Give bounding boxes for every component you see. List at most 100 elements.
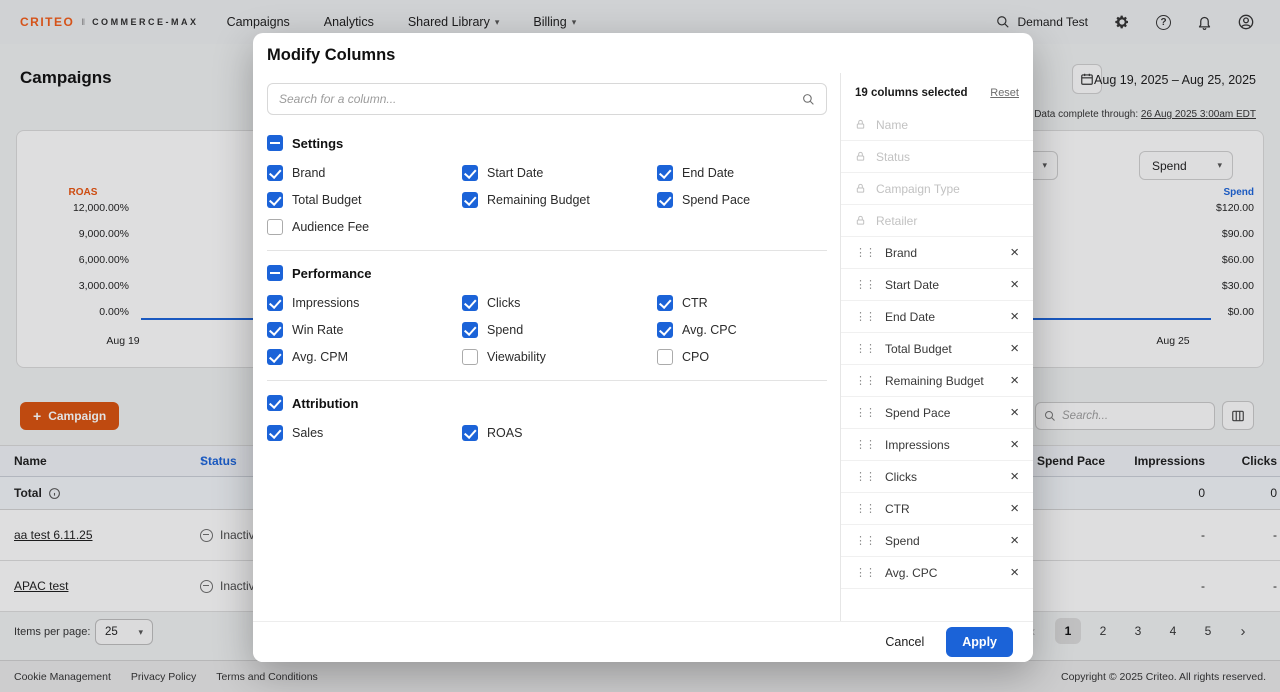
column-search-input[interactable] — [279, 92, 802, 106]
selected-column-impressions[interactable]: ⋮⋮Impressions× — [841, 429, 1033, 461]
selected-column-spend[interactable]: ⋮⋮Spend× — [841, 525, 1033, 557]
checkbox[interactable] — [267, 425, 283, 441]
remove-column-icon[interactable]: × — [1010, 501, 1019, 516]
section-divider — [267, 380, 827, 381]
checkbox[interactable] — [462, 425, 478, 441]
reset-link[interactable]: Reset — [990, 87, 1019, 99]
checkbox[interactable] — [657, 295, 673, 311]
section-checkbox-performance[interactable] — [267, 265, 283, 281]
remove-column-icon[interactable]: × — [1010, 277, 1019, 292]
selected-column-ctr[interactable]: ⋮⋮ CTR × — [841, 493, 1033, 525]
selected-columns-list: NameStatusCampaign TypeRetailer⋮⋮Brand×⋮… — [841, 109, 1033, 589]
remove-column-icon[interactable]: × — [1010, 437, 1019, 452]
remove-column-icon[interactable]: × — [1010, 245, 1019, 260]
column-label: Impressions — [292, 296, 359, 310]
remove-column-icon[interactable]: × — [1010, 565, 1019, 580]
column-toggle-sales[interactable]: Sales — [267, 423, 462, 442]
selected-column-label: Clicks — [885, 470, 917, 484]
column-toggle-cpo[interactable]: CPO — [657, 347, 827, 366]
selected-column-brand[interactable]: ⋮⋮Brand× — [841, 237, 1033, 269]
lock-icon — [855, 215, 866, 226]
drag-handle-icon[interactable]: ⋮⋮ — [855, 534, 875, 547]
column-toggle-end-date[interactable]: End Date — [657, 163, 827, 182]
checkbox[interactable] — [267, 322, 283, 338]
checkbox[interactable] — [462, 295, 478, 311]
drag-handle-icon[interactable]: ⋮⋮ — [855, 470, 875, 483]
column-toggle-audience-fee[interactable]: Audience Fee — [267, 217, 462, 236]
section-items: Brand Start Date End Date Total BudgetRemai… — [267, 163, 827, 236]
column-label: Start Date — [487, 166, 543, 180]
column-toggle-avg-cpc[interactable]: Avg. CPC — [657, 320, 827, 339]
locked-column-label: Campaign Type — [876, 182, 960, 196]
column-label: Spend — [487, 323, 523, 337]
apply-button[interactable]: Apply — [946, 627, 1013, 657]
checkbox[interactable] — [267, 349, 283, 365]
section-attribution: AttributionSalesROAS — [267, 391, 827, 442]
drag-handle-icon[interactable]: ⋮⋮ — [855, 342, 875, 355]
selected-column-remaining-budget[interactable]: ⋮⋮ Remaining Budget × — [841, 365, 1033, 397]
checkbox[interactable] — [462, 349, 478, 365]
remove-column-icon[interactable]: × — [1010, 533, 1019, 548]
column-toggle-roas[interactable]: ROAS — [462, 423, 657, 442]
column-toggle-spend[interactable]: Spend — [462, 320, 657, 339]
selected-column-label: CTR — [885, 502, 910, 516]
column-label: Win Rate — [292, 323, 343, 337]
column-label: Spend Pace — [682, 193, 750, 207]
checkbox[interactable] — [657, 192, 673, 208]
column-toggle-avg-cpm[interactable]: Avg. CPM — [267, 347, 462, 366]
checkbox[interactable] — [267, 165, 283, 181]
section-checkbox-attribution[interactable] — [267, 395, 283, 411]
drag-handle-icon[interactable]: ⋮⋮ — [855, 374, 875, 387]
section-items: Impressions ClicksCTR Win Rate Spend Avg. CP… — [267, 293, 827, 366]
selected-column-start-date[interactable]: ⋮⋮ Start Date × — [841, 269, 1033, 301]
checkbox[interactable] — [267, 219, 283, 235]
remove-column-icon[interactable]: × — [1010, 309, 1019, 324]
section-checkbox-settings[interactable] — [267, 135, 283, 151]
locked-column-label: Status — [876, 150, 910, 164]
selected-column-clicks[interactable]: ⋮⋮ Clicks × — [841, 461, 1033, 493]
drag-handle-icon[interactable]: ⋮⋮ — [855, 566, 875, 579]
checkbox[interactable] — [657, 322, 673, 338]
column-toggle-win-rate[interactable]: Win Rate — [267, 320, 462, 339]
lock-icon — [855, 183, 866, 194]
column-label: Audience Fee — [292, 220, 369, 234]
drag-handle-icon[interactable]: ⋮⋮ — [855, 310, 875, 323]
cancel-button[interactable]: Cancel — [885, 635, 924, 649]
column-label: Avg. CPC — [682, 323, 737, 337]
modal-footer: Cancel Apply — [253, 621, 1033, 662]
column-toggle-start-date[interactable]: Start Date — [462, 163, 657, 182]
locked-column-name: Name — [841, 109, 1033, 141]
column-toggle-ctr[interactable]: CTR — [657, 293, 827, 312]
column-toggle-brand[interactable]: Brand — [267, 163, 462, 182]
checkbox[interactable] — [657, 349, 673, 365]
selected-column-total-budget[interactable]: ⋮⋮Total Budget× — [841, 333, 1033, 365]
checkbox[interactable] — [462, 322, 478, 338]
checkbox[interactable] — [657, 165, 673, 181]
selected-column-label: Start Date — [885, 278, 939, 292]
remove-column-icon[interactable]: × — [1010, 373, 1019, 388]
checkbox[interactable] — [267, 192, 283, 208]
column-toggle-remaining-budget[interactable]: Remaining Budget — [462, 190, 657, 209]
selected-columns-header: 19 columns selected Reset — [841, 73, 1033, 109]
column-toggle-spend-pace[interactable]: Spend Pace — [657, 190, 827, 209]
column-toggle-clicks[interactable]: Clicks — [462, 293, 657, 312]
column-toggle-viewability[interactable]: Viewability — [462, 347, 657, 366]
selected-column-avg-cpc[interactable]: ⋮⋮Avg. CPC× — [841, 557, 1033, 589]
column-toggle-impressions[interactable]: Impressions — [267, 293, 462, 312]
locked-column-label: Retailer — [876, 214, 917, 228]
remove-column-icon[interactable]: × — [1010, 341, 1019, 356]
checkbox[interactable] — [267, 295, 283, 311]
remove-column-icon[interactable]: × — [1010, 469, 1019, 484]
drag-handle-icon[interactable]: ⋮⋮ — [855, 406, 875, 419]
drag-handle-icon[interactable]: ⋮⋮ — [855, 438, 875, 451]
checkbox[interactable] — [462, 165, 478, 181]
remove-column-icon[interactable]: × — [1010, 405, 1019, 420]
drag-handle-icon[interactable]: ⋮⋮ — [855, 502, 875, 515]
selected-column-spend-pace[interactable]: ⋮⋮Spend Pace× — [841, 397, 1033, 429]
drag-handle-icon[interactable]: ⋮⋮ — [855, 278, 875, 291]
checkbox[interactable] — [462, 192, 478, 208]
selected-column-label: Remaining Budget — [885, 374, 984, 388]
column-toggle-total-budget[interactable]: Total Budget — [267, 190, 462, 209]
selected-column-end-date[interactable]: ⋮⋮End Date× — [841, 301, 1033, 333]
drag-handle-icon[interactable]: ⋮⋮ — [855, 246, 875, 259]
